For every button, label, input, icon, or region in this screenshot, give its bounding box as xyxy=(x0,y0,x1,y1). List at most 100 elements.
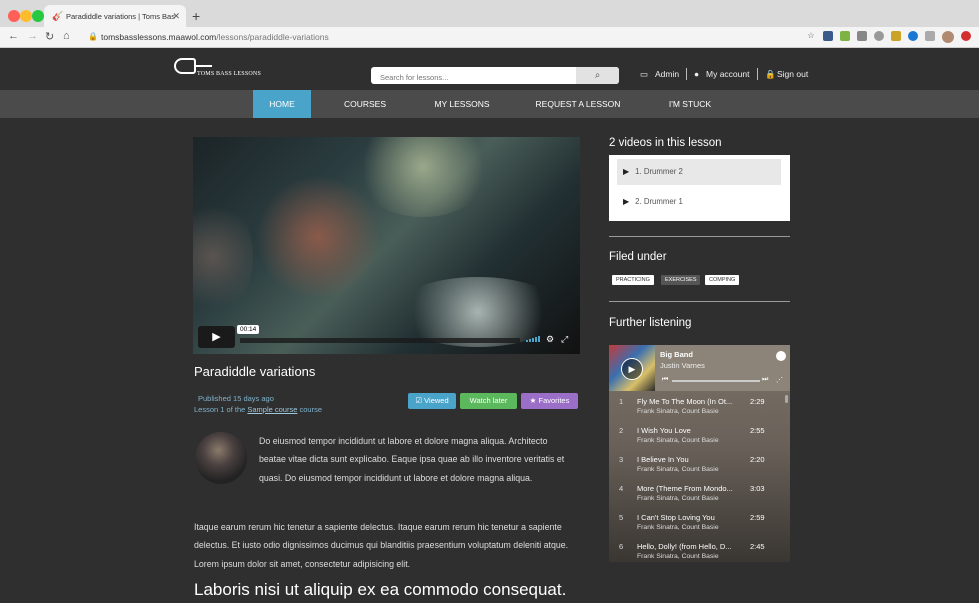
track-duration: 2:29 xyxy=(750,397,765,406)
extension-icon[interactable] xyxy=(908,31,918,41)
watch-later-button[interactable]: Watch later xyxy=(460,393,517,409)
spotify-icon[interactable] xyxy=(776,351,786,361)
lock-icon[interactable]: 🔒 xyxy=(88,32,98,41)
admin-link[interactable]: Admin xyxy=(655,69,679,79)
extension-icon[interactable] xyxy=(961,31,971,41)
reload-icon[interactable]: ↻ xyxy=(45,30,54,43)
favorites-label: Favorites xyxy=(538,396,570,405)
player-progress-bar[interactable] xyxy=(672,380,760,382)
video-progress-bar[interactable] xyxy=(240,338,520,343)
extension-icon[interactable] xyxy=(874,31,884,41)
nav-im-stuck[interactable]: I'M STUCK xyxy=(660,90,720,118)
video-list: ▶ 1. Drummer 2 ▶ 2. Drummer 1 xyxy=(609,155,790,221)
search-button[interactable]: ⌕ xyxy=(576,67,619,84)
next-track-icon[interactable]: ⏭ xyxy=(762,376,768,384)
search-icon: ⌕ xyxy=(594,70,601,81)
track-row[interactable]: 4 More (Theme From Mondo... Frank Sinatr… xyxy=(609,479,790,508)
track-number: 5 xyxy=(619,513,624,522)
track-row[interactable]: 1 Fly Me To The Moon (In Ot... Frank Sin… xyxy=(609,392,790,421)
home-icon[interactable]: ⌂ xyxy=(63,30,70,42)
back-icon[interactable]: ← xyxy=(8,30,19,42)
video-item[interactable]: ▶ 2. Drummer 1 xyxy=(617,189,781,215)
filed-under-heading: Filed under xyxy=(609,251,667,263)
nav-my-lessons[interactable]: MY LESSONS xyxy=(425,90,499,118)
track-duration: 2:45 xyxy=(750,542,765,551)
play-icon: ▶ xyxy=(212,331,221,343)
browser-tab[interactable]: 🎸 Paradiddle variations | Toms Bas ✕ xyxy=(44,5,186,29)
profile-avatar[interactable] xyxy=(942,31,954,43)
mail-icon[interactable] xyxy=(857,31,867,41)
nav-home[interactable]: HOME xyxy=(253,90,311,118)
video-item[interactable]: ▶ 1. Drummer 2 xyxy=(617,159,781,185)
viewed-button[interactable]: ☑ Viewed xyxy=(408,393,456,409)
viewed-label: Viewed xyxy=(424,396,449,405)
track-number: 3 xyxy=(619,455,624,464)
track-artist: Frank Sinatra, Count Basie xyxy=(637,466,719,473)
track-row[interactable]: 5 I Can't Stop Loving You Frank Sinatra,… xyxy=(609,508,790,537)
drummer-figure xyxy=(253,177,383,297)
guitar-icon: 🎸 xyxy=(52,11,64,21)
further-listening-heading: Further listening xyxy=(609,317,692,329)
new-tab-button[interactable]: + xyxy=(192,8,200,24)
guitar-neck xyxy=(194,65,212,67)
video-play-button[interactable]: ▶ xyxy=(198,326,235,348)
track-number: 4 xyxy=(619,484,624,493)
settings-gear-icon[interactable]: ⚙ xyxy=(546,334,554,345)
share-icon[interactable]: ⋰ xyxy=(776,376,783,384)
videos-heading: 2 videos in this lesson xyxy=(609,137,722,149)
address-bar: ← → ↻ ⌂ 🔒 tomsbasslessons.maawol.com/les… xyxy=(0,27,979,48)
tag-practicing[interactable]: PRACTICING xyxy=(612,275,654,285)
extension-icon[interactable] xyxy=(823,31,833,41)
search-input[interactable] xyxy=(371,69,576,86)
android-icon[interactable] xyxy=(840,31,850,41)
logo-text: TOMS BASS LESSONS xyxy=(197,71,261,77)
track-duration: 2:20 xyxy=(750,455,765,464)
tag-comping[interactable]: COMPING xyxy=(705,275,740,285)
url-path: /lessons/paradiddle-variations xyxy=(216,32,329,42)
play-icon: ▶ xyxy=(623,197,630,206)
bookmark-star-icon[interactable]: ☆ xyxy=(806,31,816,41)
admin-icon[interactable]: ▭ xyxy=(640,69,648,80)
music-player: ▶ Big Band Justin Varnes ⏮ ⏭ ⋰ 1 Fly Me … xyxy=(609,345,790,562)
minimize-window-button[interactable] xyxy=(20,10,32,22)
cymbal-highlight xyxy=(353,137,493,217)
my-account-link[interactable]: My account xyxy=(706,69,749,79)
video-item-label: 2. Drummer 1 xyxy=(635,197,683,206)
track-artist: Frank Sinatra, Count Basie xyxy=(637,495,719,502)
lesson-title: Paradiddle variations xyxy=(194,364,316,379)
tab-bar: 🎸 Paradiddle variations | Toms Bas ✕ + xyxy=(0,0,979,29)
extension-icon[interactable] xyxy=(925,31,935,41)
tab-title: Paradiddle variations | Toms Bas xyxy=(66,12,175,21)
lock-icon[interactable]: 🔒 xyxy=(765,69,776,80)
video-item-label: 1. Drummer 2 xyxy=(635,167,683,176)
course-link[interactable]: Sample course xyxy=(247,405,297,414)
favorites-button[interactable]: ★ Favorites xyxy=(521,393,578,409)
video-player[interactable] xyxy=(193,137,580,354)
nav-request-lesson[interactable]: REQUEST A LESSON xyxy=(530,90,626,118)
track-title: Fly Me To The Moon (In Ot... xyxy=(637,397,733,406)
close-tab-icon[interactable]: ✕ xyxy=(172,11,180,22)
user-icon[interactable]: ● xyxy=(694,69,699,79)
track-row[interactable]: 3 I Believe In You Frank Sinatra, Count … xyxy=(609,450,790,479)
track-title: I Wish You Love xyxy=(637,426,691,435)
track-duration: 2:55 xyxy=(750,426,765,435)
fullscreen-icon[interactable]: ⤢ xyxy=(561,334,568,345)
extension-icon[interactable] xyxy=(891,31,901,41)
forward-icon[interactable]: → xyxy=(27,30,38,42)
close-window-button[interactable] xyxy=(8,10,20,22)
previous-track-icon[interactable]: ⏮ xyxy=(662,376,668,384)
sign-out-link[interactable]: Sign out xyxy=(777,69,808,79)
nav-courses[interactable]: COURSES xyxy=(336,90,394,118)
volume-icon[interactable] xyxy=(526,336,540,342)
lesson-paragraph-2: Itaque earum rerum hic tenetur a sapient… xyxy=(194,522,569,569)
track-title: I Believe In You xyxy=(637,455,689,464)
track-row[interactable]: 6 Hello, Dolly! (from Hello, D... Frank … xyxy=(609,537,790,562)
track-duration: 2:59 xyxy=(750,513,765,522)
tag-exercises[interactable]: EXERCISES xyxy=(661,275,701,285)
lesson-of-prefix: Lesson 1 of the xyxy=(194,405,248,414)
player-play-button[interactable]: ▶ xyxy=(621,358,643,380)
url-field[interactable]: tomsbasslessons.maawol.com/lessons/parad… xyxy=(101,32,329,42)
lesson-paragraph-1: Do eiusmod tempor incididunt ut labore e… xyxy=(259,436,565,483)
zoom-window-button[interactable] xyxy=(32,10,44,22)
track-row[interactable]: 2 I Wish You Love Frank Sinatra, Count B… xyxy=(609,421,790,450)
